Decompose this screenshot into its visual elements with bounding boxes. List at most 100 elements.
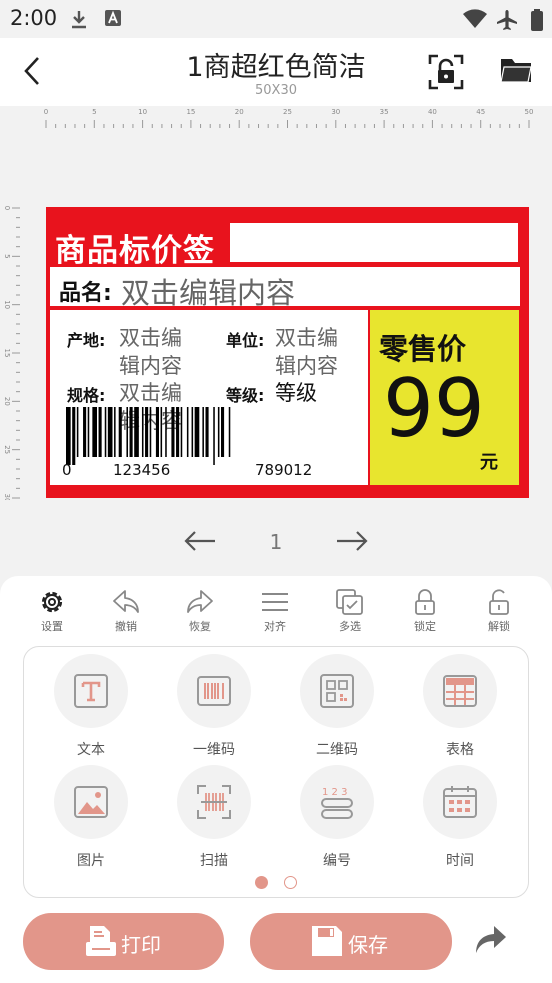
element-scan[interactable]: 扫描 xyxy=(164,765,264,870)
tool-undo[interactable]: 撤销 xyxy=(96,588,156,634)
print-button[interactable]: 打印 xyxy=(23,913,224,970)
tool-settings[interactable]: 设置 xyxy=(22,588,82,634)
text-icon xyxy=(74,674,108,708)
ruler-label: 30 xyxy=(3,494,11,500)
page-dot-active[interactable] xyxy=(255,876,268,889)
element-number[interactable]: 1 2 3 编号 xyxy=(287,765,387,870)
folder-icon[interactable] xyxy=(500,56,532,84)
barcode-bar xyxy=(118,407,122,457)
currency-label[interactable]: 元 xyxy=(480,448,498,474)
vertical-ruler: 0 5 10 15 20 25 30 xyxy=(3,206,20,500)
barcode-digits-right: 789012 xyxy=(255,461,313,479)
number-icon: 1 2 3 xyxy=(321,787,353,819)
tool-align[interactable]: 对齐 xyxy=(245,588,305,634)
grade-prefix: 等级: xyxy=(226,386,265,405)
name-value[interactable]: 双击编辑内容 xyxy=(121,270,295,312)
element-table[interactable]: 表格 xyxy=(410,654,510,759)
tool-label: 多选 xyxy=(339,620,361,633)
page-number: 1 xyxy=(269,530,283,554)
save-button[interactable]: 保存 xyxy=(250,913,452,970)
barcode-bar xyxy=(126,407,128,457)
svg-text:1 2 3: 1 2 3 xyxy=(322,787,347,798)
barcode-icon xyxy=(197,676,231,706)
canvas-lock-icon[interactable] xyxy=(428,54,464,90)
info-block[interactable]: 产地: 双击编 辑内容 单位: 双击编 辑内容 规格: 双击编 辑内容 等级: … xyxy=(50,310,368,485)
image-icon xyxy=(74,786,108,818)
origin-prefix: 产地: xyxy=(67,331,106,350)
origin-value-1[interactable]: 双击编 xyxy=(119,322,182,352)
element-barcode[interactable]: 一维码 xyxy=(164,654,264,759)
barcode-bar xyxy=(155,407,159,457)
origin-value-2[interactable]: 辑内容 xyxy=(119,350,182,380)
barcode-bar xyxy=(114,407,116,457)
grade-value[interactable]: 等级 xyxy=(275,377,317,407)
status-bar: 2:00 xyxy=(0,0,552,38)
airplane-icon xyxy=(497,10,517,30)
element-text[interactable]: 文本 xyxy=(41,654,141,759)
tool-multiselect[interactable]: 多选 xyxy=(320,588,380,634)
spec-value-1[interactable]: 双击编 xyxy=(119,377,182,407)
horizontal-ruler: 0 5 10 15 20 25 30 35 40 45 50 xyxy=(44,108,534,128)
barcode-bar xyxy=(202,407,204,457)
unit-value-2[interactable]: 辑内容 xyxy=(275,350,338,380)
ruler-label: 45 xyxy=(476,108,485,116)
barcode-bar xyxy=(66,407,71,465)
tool-redo[interactable]: 恢复 xyxy=(170,588,230,634)
ruler-label: 50 xyxy=(525,108,534,116)
tool-label: 设置 xyxy=(41,620,63,633)
name-row[interactable]: 品名: 双击编辑内容 xyxy=(50,267,520,310)
ruler-label: 10 xyxy=(138,108,147,116)
price-block[interactable]: 零售价 99 元 xyxy=(370,310,519,485)
qrcode-icon xyxy=(320,674,354,708)
print-label: 打印 xyxy=(121,933,161,957)
ruler-label: 15 xyxy=(3,349,11,358)
barcode[interactable] xyxy=(66,407,362,465)
page-dot-inactive[interactable] xyxy=(284,876,297,889)
barcode-bar xyxy=(149,407,152,457)
barcode-bar xyxy=(176,407,180,457)
bottom-panel: 设置 撤销 恢复 对齐 多选 锁定 解锁 文本 一维码 二维码 表格 图片 扫描… xyxy=(0,576,552,983)
align-icon xyxy=(262,593,288,611)
table-icon xyxy=(443,675,477,707)
barcode-bar xyxy=(129,407,133,457)
unit-value-1[interactable]: 双击编 xyxy=(275,322,338,352)
barcode-bar xyxy=(165,407,167,457)
page-title: 1商超红色简洁 xyxy=(186,52,366,83)
tool-label: 恢复 xyxy=(189,620,211,633)
ruler-label: 10 xyxy=(3,300,11,309)
status-time: 2:00 xyxy=(10,6,58,30)
tool-label: 撤销 xyxy=(115,620,137,633)
share-arrow-icon[interactable] xyxy=(474,924,508,956)
label-title[interactable]: 商品标价签 xyxy=(55,225,215,270)
element-qrcode[interactable]: 二维码 xyxy=(287,654,387,759)
unlock-icon xyxy=(489,589,509,615)
prev-page-arrow-icon[interactable] xyxy=(183,530,217,552)
element-image[interactable]: 图片 xyxy=(41,765,141,870)
save-label: 保存 xyxy=(348,933,388,957)
wifi-icon xyxy=(463,9,487,28)
calendar-icon xyxy=(443,786,477,818)
undo-icon xyxy=(113,590,139,613)
unit-prefix: 单位: xyxy=(226,331,265,350)
title-blank-box[interactable] xyxy=(230,223,518,262)
barcode-bar xyxy=(141,407,144,457)
element-time[interactable]: 时间 xyxy=(410,765,510,870)
download-icon xyxy=(72,11,86,29)
barcode-bar xyxy=(180,407,183,457)
spec-prefix: 规格: xyxy=(67,386,106,405)
barcode-bar xyxy=(171,407,175,457)
tool-unlock[interactable]: 解锁 xyxy=(469,588,529,634)
price-label-canvas[interactable]: 商品标价签 品名: 双击编辑内容 产地: 双击编 辑内容 单位: 双击编 辑内容… xyxy=(46,207,529,498)
barcode-bar xyxy=(221,407,225,457)
ruler-label: 35 xyxy=(380,108,389,116)
ruler-label: 0 xyxy=(3,206,11,210)
tool-lock[interactable]: 锁定 xyxy=(395,588,455,634)
ruler-label: 25 xyxy=(283,108,292,116)
barcode-bar xyxy=(83,407,87,457)
price-value[interactable]: 99 xyxy=(383,362,485,455)
barcode-bar xyxy=(72,407,76,465)
next-page-arrow-icon[interactable] xyxy=(335,530,369,552)
gear-icon xyxy=(41,591,63,613)
barcode-bar xyxy=(213,407,215,465)
ruler-label: 15 xyxy=(186,108,195,116)
